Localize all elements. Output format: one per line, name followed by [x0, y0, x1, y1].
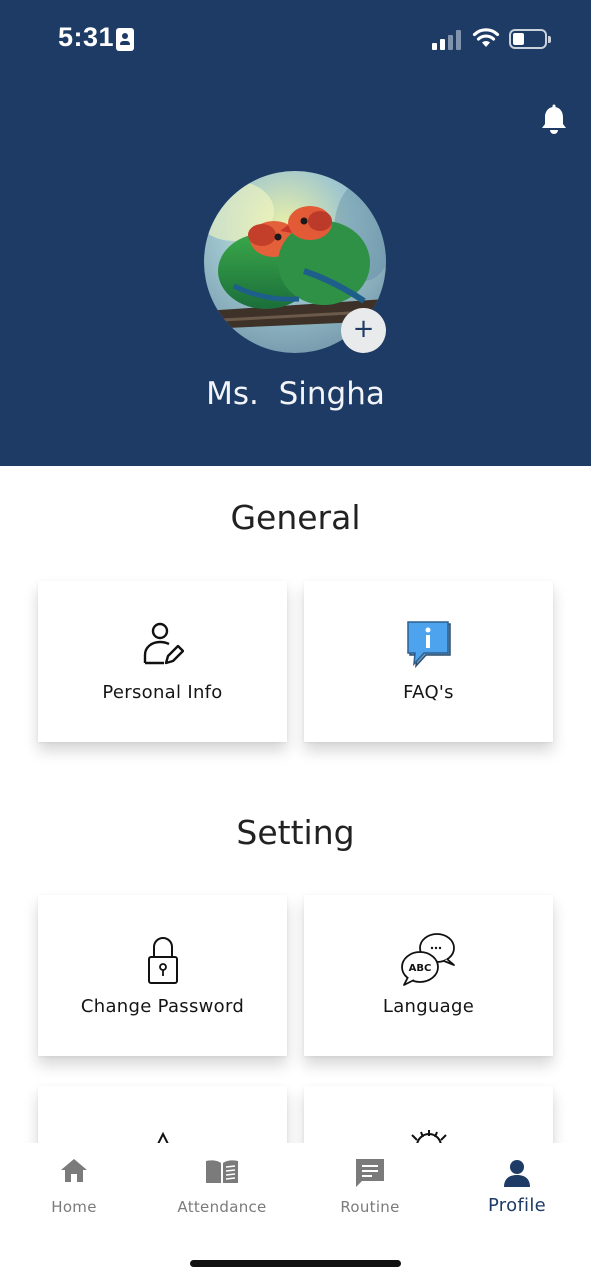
profile-name: Ms. Singha	[206, 376, 385, 412]
add-photo-button[interactable]: +	[341, 308, 386, 353]
nav-routine[interactable]: Routine	[296, 1143, 444, 1223]
svg-text:ABC: ABC	[408, 963, 431, 974]
message-icon	[356, 1159, 384, 1187]
wifi-icon	[472, 28, 500, 47]
home-icon	[61, 1159, 87, 1182]
personal-info-card[interactable]: Personal Info	[38, 581, 287, 742]
faqs-card[interactable]: FAQ's	[304, 581, 553, 742]
cellular-signal-icon	[432, 28, 462, 50]
faqs-label: FAQ's	[403, 682, 454, 703]
person-icon	[504, 1160, 530, 1187]
battery-icon	[509, 29, 551, 49]
home-indicator	[190, 1260, 401, 1267]
nav-profile-label: Profile	[487, 1195, 547, 1216]
section-title-general: General	[230, 498, 361, 537]
lock-icon	[147, 937, 178, 984]
change-password-label: Change Password	[80, 996, 245, 1017]
language-chat-icon: ABC	[400, 933, 455, 986]
book-icon	[206, 1160, 238, 1183]
bell-icon[interactable]	[539, 104, 569, 136]
nav-attendance-label: Attendance	[177, 1198, 267, 1216]
nav-attendance[interactable]: Attendance	[148, 1143, 296, 1223]
info-bubble-icon	[406, 621, 451, 669]
change-password-card[interactable]: Change Password	[38, 895, 287, 1056]
language-label: Language	[382, 996, 475, 1017]
profile-header: 5:31 + Ms. Singha	[0, 0, 591, 466]
nav-routine-label: Routine	[340, 1198, 400, 1216]
language-card[interactable]: ABC Language	[304, 895, 553, 1056]
id-card-icon	[116, 28, 134, 51]
nav-home[interactable]: Home	[0, 1143, 148, 1223]
nav-home-label: Home	[51, 1198, 97, 1216]
nav-profile[interactable]: Profile	[443, 1143, 591, 1223]
user-edit-icon	[143, 622, 184, 665]
personal-info-label: Personal Info	[102, 682, 223, 703]
status-time: 5:31	[58, 22, 115, 52]
battery-level	[513, 33, 524, 45]
section-title-setting: Setting	[236, 813, 355, 852]
